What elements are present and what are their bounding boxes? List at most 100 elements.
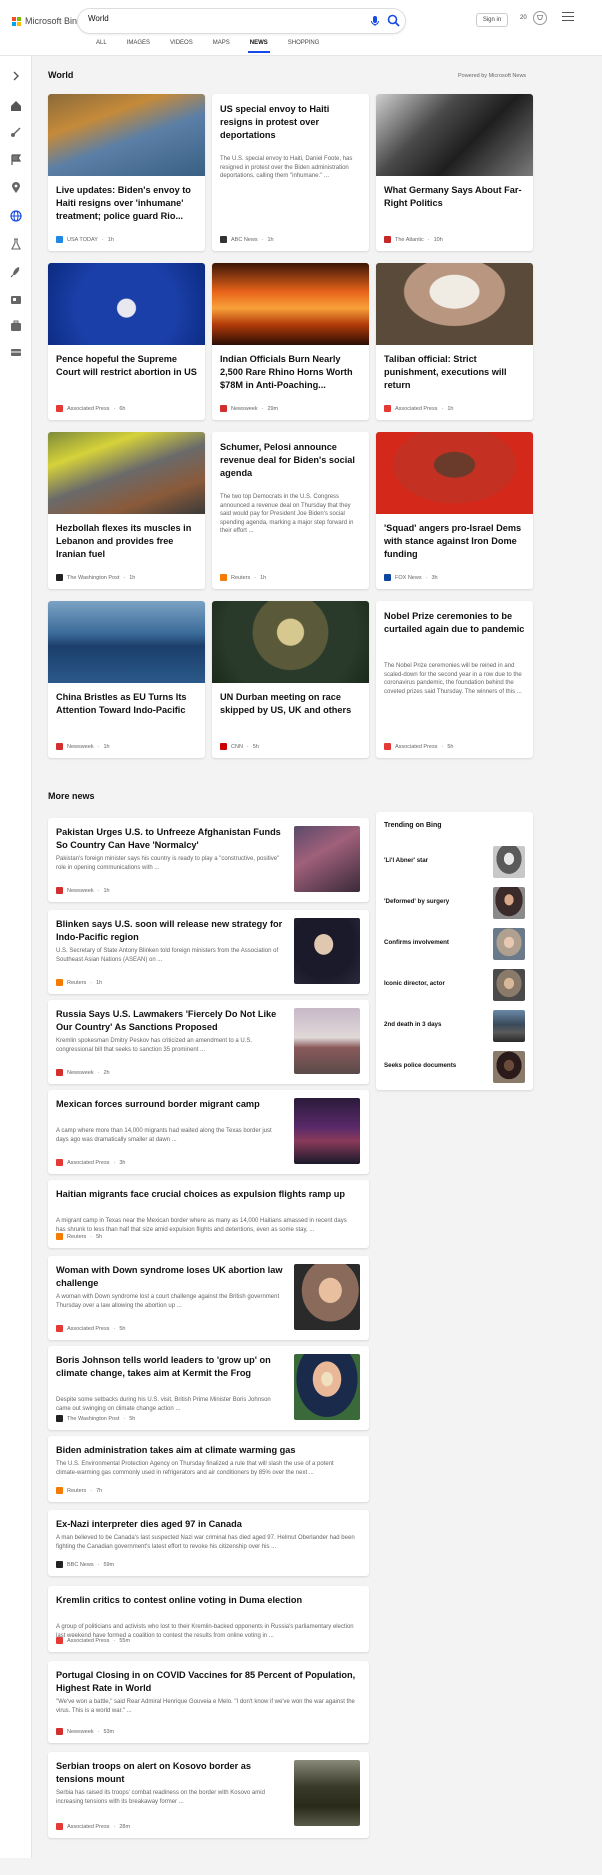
separator-dot: ·: [113, 405, 116, 412]
more-news-title[interactable]: Serbian troops on alert on Kosovo border…: [56, 1760, 286, 1786]
more-news-item[interactable]: Mexican forces surround border migrant c…: [48, 1090, 369, 1174]
news-thumbnail[interactable]: [294, 918, 360, 984]
news-card[interactable]: Hezbollah flexes its muscles in Lebanon …: [48, 432, 205, 589]
science-icon[interactable]: [8, 236, 24, 252]
trending-thumbnail[interactable]: [493, 1051, 525, 1083]
more-news-item[interactable]: Boris Johnson tells world leaders to 'gr…: [48, 1346, 369, 1430]
news-thumbnail[interactable]: [294, 1264, 360, 1330]
trending-thumbnail[interactable]: [493, 846, 525, 878]
trending-label[interactable]: Seeks police documents: [384, 1062, 456, 1069]
more-news-title[interactable]: Biden administration takes aim at climat…: [56, 1444, 356, 1457]
tab-images[interactable]: IMAGES: [117, 38, 160, 54]
search-box[interactable]: [78, 9, 405, 33]
trending-item[interactable]: Iconic director, actor: [384, 969, 525, 1001]
more-news-title[interactable]: Mexican forces surround border migrant c…: [56, 1098, 286, 1111]
news-card[interactable]: Taliban official: Strict punishment, exe…: [376, 263, 533, 420]
news-card[interactable]: Pence hopeful the Supreme Court will res…: [48, 263, 205, 420]
search-input[interactable]: [88, 14, 328, 23]
search-icon[interactable]: [386, 13, 401, 28]
more-news-title[interactable]: Ex-Nazi interpreter dies aged 97 in Cana…: [56, 1518, 356, 1531]
source-logo-icon: [56, 1561, 63, 1568]
news-card[interactable]: Schumer, Pelosi announce revenue deal fo…: [212, 432, 369, 589]
tab-all[interactable]: ALL: [86, 38, 117, 54]
location-icon[interactable]: [8, 180, 24, 196]
news-card[interactable]: What Germany Says About Far-Right Politi…: [376, 94, 533, 251]
trending-thumbnail[interactable]: [493, 928, 525, 960]
more-news-title[interactable]: Kremlin critics to contest online voting…: [56, 1594, 356, 1607]
more-news-item[interactable]: Portugal Closing in on COVID Vaccines fo…: [48, 1661, 369, 1743]
trending-label[interactable]: Confirms involvement: [384, 939, 449, 946]
trending-item[interactable]: 2nd death in 3 days: [384, 1010, 525, 1042]
news-card[interactable]: 'Squad' angers pro-Israel Dems with stan…: [376, 432, 533, 589]
menu-icon[interactable]: [562, 12, 574, 24]
tab-shopping[interactable]: SHOPPING: [278, 38, 330, 54]
chevron-right-icon[interactable]: [8, 68, 24, 84]
more-news-title[interactable]: Blinken says U.S. soon will release new …: [56, 918, 286, 944]
news-card-title[interactable]: US special envoy to Haiti resigns in pro…: [220, 103, 361, 142]
tab-news[interactable]: NEWS: [240, 38, 278, 54]
briefcase-icon[interactable]: [8, 318, 24, 334]
more-news-item[interactable]: Biden administration takes aim at climat…: [48, 1436, 369, 1502]
news-thumbnail[interactable]: [294, 1008, 360, 1074]
rewards-icon[interactable]: [533, 11, 547, 25]
news-card-title[interactable]: Pence hopeful the Supreme Court will res…: [56, 353, 197, 379]
globe-icon[interactable]: [8, 208, 24, 224]
microphone-icon[interactable]: [368, 14, 382, 28]
news-card-title[interactable]: Indian Officials Burn Nearly 2,500 Rare …: [220, 353, 361, 392]
more-news-item[interactable]: Haitian migrants face crucial choices as…: [48, 1180, 369, 1248]
news-card-title[interactable]: Schumer, Pelosi announce revenue deal fo…: [220, 441, 361, 480]
trending-label[interactable]: 2nd death in 3 days: [384, 1021, 441, 1028]
more-news-title[interactable]: Portugal Closing in on COVID Vaccines fo…: [56, 1669, 356, 1695]
news-card-title[interactable]: Live updates: Biden's envoy to Haiti res…: [56, 184, 197, 223]
news-card-title[interactable]: Hezbollah flexes its muscles in Lebanon …: [56, 522, 197, 561]
news-card[interactable]: UN Durban meeting on race skipped by US,…: [212, 601, 369, 758]
more-news-title[interactable]: Pakistan Urges U.S. to Unfreeze Afghanis…: [56, 826, 286, 852]
trending-item[interactable]: 'Deformed' by surgery: [384, 887, 525, 919]
news-card[interactable]: Indian Officials Burn Nearly 2,500 Rare …: [212, 263, 369, 420]
news-thumbnail[interactable]: [294, 1354, 360, 1420]
news-card-title[interactable]: Nobel Prize ceremonies to be curtailed a…: [384, 610, 525, 636]
more-news-item[interactable]: Ex-Nazi interpreter dies aged 97 in Cana…: [48, 1510, 369, 1576]
more-news-item[interactable]: Blinken says U.S. soon will release new …: [48, 910, 369, 994]
more-news-item[interactable]: Serbian troops on alert on Kosovo border…: [48, 1752, 369, 1838]
news-card-title[interactable]: What Germany Says About Far-Right Politi…: [384, 184, 525, 210]
trending-label[interactable]: 'Li'l Abner' star: [384, 857, 428, 864]
more-news-title[interactable]: Woman with Down syndrome loses UK aborti…: [56, 1264, 286, 1290]
news-card[interactable]: Live updates: Biden's envoy to Haiti res…: [48, 94, 205, 251]
tab-videos[interactable]: VIDEOS: [160, 38, 203, 54]
news-card[interactable]: Nobel Prize ceremonies to be curtailed a…: [376, 601, 533, 758]
flag-icon[interactable]: [8, 152, 24, 168]
bing-logo[interactable]: Microsoft Bing: [12, 16, 82, 26]
news-thumbnail[interactable]: [294, 1098, 360, 1164]
more-news-title[interactable]: Haitian migrants face crucial choices as…: [56, 1188, 356, 1201]
news-card-title[interactable]: China Bristles as EU Turns Its Attention…: [56, 691, 197, 717]
more-news-title[interactable]: Russia Says U.S. Lawmakers 'Fiercely Do …: [56, 1008, 286, 1034]
sports-icon[interactable]: [8, 124, 24, 140]
more-news-item[interactable]: Woman with Down syndrome loses UK aborti…: [48, 1256, 369, 1340]
news-thumbnail[interactable]: [294, 1760, 360, 1826]
news-card-title[interactable]: UN Durban meeting on race skipped by US,…: [220, 691, 361, 717]
entertainment-icon[interactable]: [8, 292, 24, 308]
home-icon[interactable]: [8, 98, 24, 114]
more-news-item[interactable]: Pakistan Urges U.S. to Unfreeze Afghanis…: [48, 818, 369, 902]
trending-item[interactable]: Seeks police documents: [384, 1051, 525, 1083]
news-card-title[interactable]: 'Squad' angers pro-Israel Dems with stan…: [384, 522, 525, 561]
trending-label[interactable]: 'Deformed' by surgery: [384, 898, 449, 905]
trending-label[interactable]: Iconic director, actor: [384, 980, 445, 987]
news-thumbnail[interactable]: [294, 826, 360, 892]
sign-in-button[interactable]: Sign in: [476, 13, 508, 27]
trending-thumbnail[interactable]: [493, 969, 525, 1001]
more-news-item[interactable]: Russia Says U.S. Lawmakers 'Fiercely Do …: [48, 1000, 369, 1084]
money-icon[interactable]: [8, 344, 24, 360]
tab-maps[interactable]: MAPS: [203, 38, 240, 54]
trending-thumbnail[interactable]: [493, 887, 525, 919]
news-card[interactable]: US special envoy to Haiti resigns in pro…: [212, 94, 369, 251]
trending-item[interactable]: Confirms involvement: [384, 928, 525, 960]
trending-item[interactable]: 'Li'l Abner' star: [384, 846, 525, 878]
news-card-title[interactable]: Taliban official: Strict punishment, exe…: [384, 353, 525, 392]
more-news-title[interactable]: Boris Johnson tells world leaders to 'gr…: [56, 1354, 286, 1380]
more-news-item[interactable]: Kremlin critics to contest online voting…: [48, 1586, 369, 1652]
rocket-icon[interactable]: [8, 264, 24, 280]
news-card[interactable]: China Bristles as EU Turns Its Attention…: [48, 601, 205, 758]
trending-thumbnail[interactable]: [493, 1010, 525, 1042]
